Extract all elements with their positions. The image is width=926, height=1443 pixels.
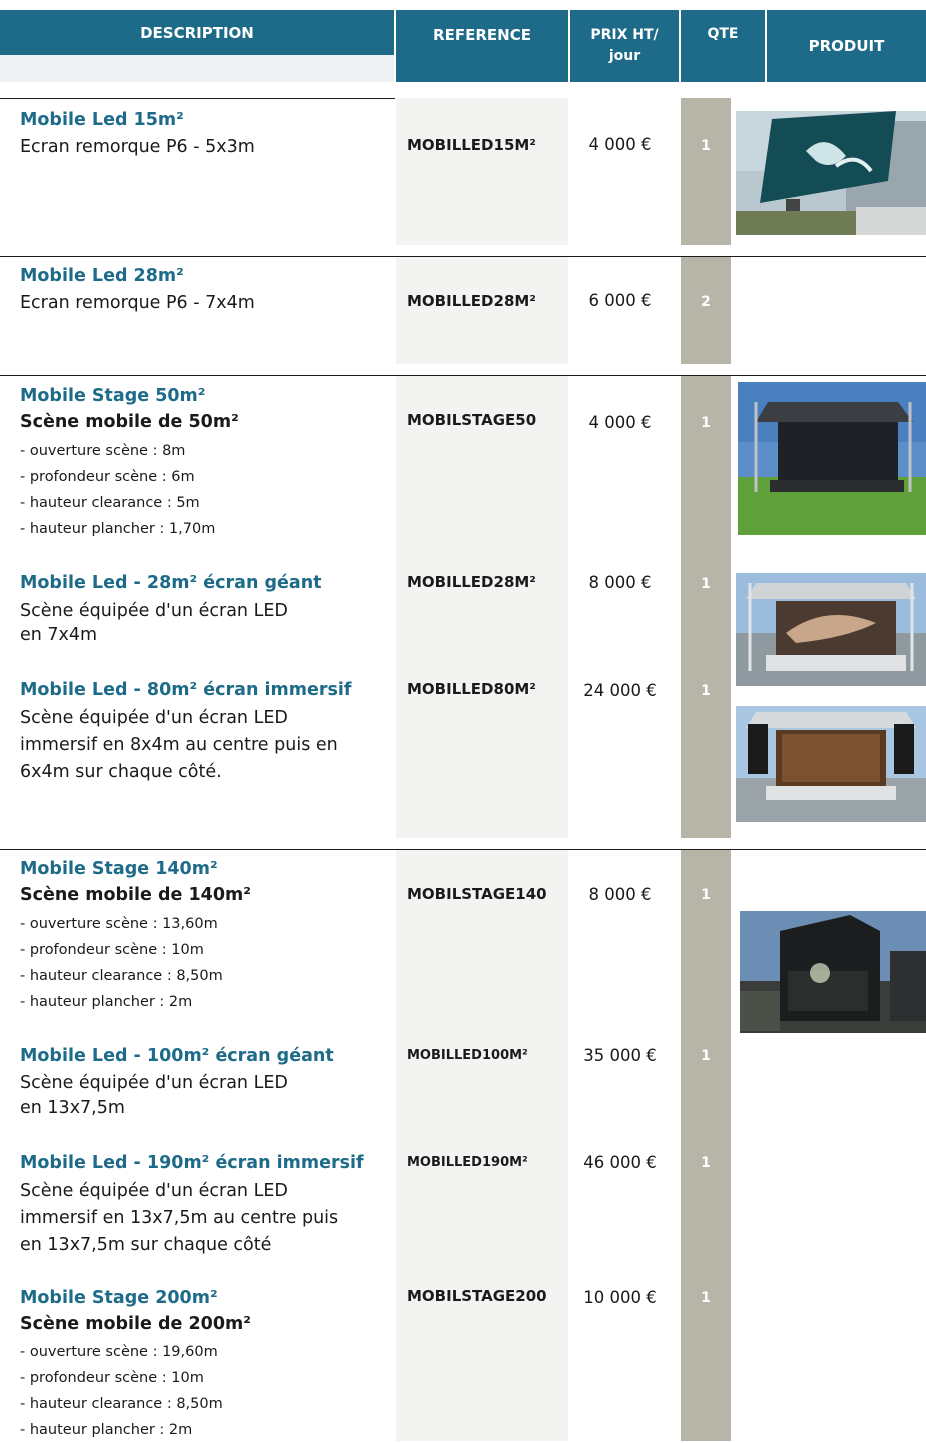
spec-line: - profondeur scène : 6m <box>20 469 195 485</box>
product-reference: MOBILLED28M² <box>407 573 536 591</box>
qte-column-bg <box>681 98 731 245</box>
product-title: Mobile Stage 50m² <box>20 386 206 406</box>
spec-line: - profondeur scène : 10m <box>20 1370 204 1386</box>
product-reference: MOBILLED80M² <box>407 680 536 698</box>
product-qty: 1 <box>701 576 711 592</box>
ref-column-bg <box>396 257 568 364</box>
product-bold-subtitle: Scène mobile de 140m² <box>20 885 251 905</box>
header-produit: PRODUIT <box>767 10 926 82</box>
product-desc-line: Scène équipée d'un écran LED <box>20 1181 288 1201</box>
product-title: Mobile Led - 28m² écran géant <box>20 573 322 593</box>
spec-line: - profondeur scène : 10m <box>20 942 204 958</box>
product-price: 24 000 € <box>583 681 657 700</box>
ref-column-bg <box>396 376 568 838</box>
spec-line: - hauteur plancher : 2m <box>20 1422 193 1438</box>
header-price: PRIX HT/ jour <box>570 10 679 82</box>
spec-line: - hauteur clearance : 8,50m <box>20 1396 223 1412</box>
row-divider <box>0 256 926 257</box>
product-price: 6 000 € <box>588 291 652 310</box>
product-title: Mobile Led 28m² <box>20 266 184 286</box>
qte-column-bg <box>681 257 731 364</box>
product-title: Mobile Led 15m² <box>20 110 184 130</box>
product-qty: 1 <box>701 415 711 431</box>
spec-line: - hauteur plancher : 2m <box>20 994 193 1010</box>
product-price: 46 000 € <box>583 1153 657 1172</box>
ref-column-bg <box>396 850 568 1441</box>
product-price: 4 000 € <box>588 135 652 154</box>
row-divider <box>0 98 395 99</box>
product-qty: 2 <box>701 294 711 310</box>
ref-column-bg <box>396 98 568 245</box>
spec-line: - ouverture scène : 8m <box>20 443 186 459</box>
header-qte: QTE <box>681 10 765 82</box>
spec-line: - hauteur clearance : 5m <box>20 495 200 511</box>
product-reference: MOBILSTAGE200 <box>407 1287 547 1305</box>
product-qty: 1 <box>701 1290 711 1306</box>
header-description: DESCRIPTION <box>140 23 254 42</box>
product-reference: MOBILSTAGE140 <box>407 885 547 903</box>
product-desc-line: en 13x7,5m <box>20 1098 125 1118</box>
product-desc-line: immersif en 8x4m au centre puis en <box>20 735 338 755</box>
led-screen-28-photo <box>736 573 926 686</box>
product-title: Mobile Led - 100m² écran géant <box>20 1046 334 1066</box>
product-qty: 1 <box>701 683 711 699</box>
header-reference: REFERENCE <box>396 10 568 82</box>
qte-column-bg <box>681 376 731 838</box>
product-subtitle: Ecran remorque P6 - 7x4m <box>20 293 255 313</box>
product-qty: 1 <box>701 1048 711 1064</box>
product-price: 8 000 € <box>588 573 652 592</box>
product-desc-line: Scène équipée d'un écran LED <box>20 708 288 728</box>
product-bold-subtitle: Scène mobile de 200m² <box>20 1314 251 1334</box>
product-desc-line: Scène équipée d'un écran LED <box>20 601 288 621</box>
product-reference: MOBILLED15M² <box>407 136 536 154</box>
spec-line: - ouverture scène : 13,60m <box>20 916 218 932</box>
product-desc-line: 6x4m sur chaque côté. <box>20 762 222 782</box>
product-price: 35 000 € <box>583 1046 657 1065</box>
product-title: Mobile Stage 140m² <box>20 859 218 879</box>
header-desc-underband <box>0 55 394 82</box>
mobile-stage-140-photo <box>740 911 926 1033</box>
spec-line: - hauteur clearance : 8,50m <box>20 968 223 984</box>
row-divider <box>0 375 926 376</box>
mobile-stage-50-photo <box>738 382 926 535</box>
product-qty: 1 <box>701 138 711 154</box>
product-desc-line: en 7x4m <box>20 625 98 645</box>
product-qty: 1 <box>701 1155 711 1171</box>
spec-line: - ouverture scène : 19,60m <box>20 1344 218 1360</box>
led-immersive-80-photo <box>736 706 926 822</box>
product-price: 4 000 € <box>588 413 652 432</box>
product-price: 8 000 € <box>588 885 652 904</box>
product-title: Mobile Stage 200m² <box>20 1288 218 1308</box>
product-reference: MOBILLED28M² <box>407 292 536 310</box>
product-title: Mobile Led - 190m² écran immersif <box>20 1153 364 1173</box>
row-divider <box>0 849 926 850</box>
product-desc-line: en 13x7,5m sur chaque côté <box>20 1235 272 1255</box>
qte-column-bg <box>681 850 731 1441</box>
led-trailer-photo <box>736 111 926 235</box>
product-reference: MOBILSTAGE50 <box>407 411 537 429</box>
product-desc-line: Scène équipée d'un écran LED <box>20 1073 288 1093</box>
product-price: 10 000 € <box>583 1288 657 1307</box>
product-bold-subtitle: Scène mobile de 50m² <box>20 412 239 432</box>
product-reference: MOBILLED190M² <box>407 1155 528 1170</box>
product-desc-line: immersif en 13x7,5m au centre puis <box>20 1208 339 1228</box>
product-qty: 1 <box>701 887 711 903</box>
product-subtitle: Ecran remorque P6 - 5x3m <box>20 137 255 157</box>
product-title: Mobile Led - 80m² écran immersif <box>20 680 352 700</box>
spec-line: - hauteur plancher : 1,70m <box>20 521 216 537</box>
product-reference: MOBILLED100M² <box>407 1048 528 1063</box>
